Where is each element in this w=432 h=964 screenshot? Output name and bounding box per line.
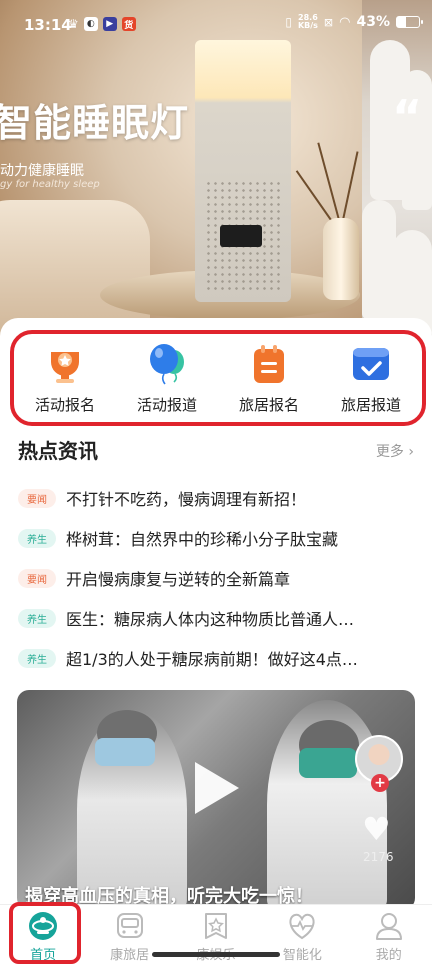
like-heart-icon[interactable]: ♥: [362, 810, 391, 848]
quick-label: 旅居报道: [340, 395, 401, 414]
play-app-icon: ▶: [102, 17, 117, 31]
battery-icon: [396, 16, 423, 28]
tab-label: 我的: [375, 948, 402, 963]
news-headline: 医生：糖尿病人体内这种物质比普通人…: [66, 610, 355, 629]
video-card[interactable]: + ♥ 2176 揭穿高血压的真相，听完大吃一惊！: [17, 690, 415, 910]
quote-icon: “: [392, 90, 423, 144]
news-headline: 开启慢病康复与逆转的全新篇章: [66, 570, 291, 589]
bus-icon: [116, 913, 143, 938]
quick-label: 活动报道: [136, 395, 197, 414]
star-badge-icon: [204, 913, 227, 939]
news-tag: 养生: [18, 528, 56, 548]
app-icon: ◐: [83, 17, 98, 31]
red-app-icon: 货: [121, 17, 136, 31]
quick-travel-report[interactable]: 旅居报道: [321, 342, 421, 415]
heart-pulse-icon: [289, 913, 315, 940]
news-item[interactable]: 养生 超1/3的人处于糖尿病前期！做好这4点…: [18, 638, 418, 678]
sim-icon: ⊠: [323, 15, 334, 29]
news-headline: 不打针不吃药，慢病调理有新招！: [66, 490, 307, 509]
active-tab-highlight: [9, 902, 81, 964]
profile-icon: [375, 913, 402, 940]
news-headline: 超1/3的人处于糖尿病前期！做好这4点…: [66, 650, 358, 669]
check-box-icon: [353, 347, 389, 380]
news-item[interactable]: 养生 医生：糖尿病人体内这种物质比普通人…: [18, 598, 418, 638]
net-speed: 28.6 KB/s: [297, 13, 318, 30]
news-header: 热点资讯 更多 ›: [18, 435, 414, 465]
crown-icon: ♛: [68, 17, 79, 31]
banner-title: 智能睡眠灯: [0, 101, 190, 145]
vibrate-icon: ▯: [285, 15, 292, 29]
tab-label: 智能化: [282, 948, 322, 963]
quick-label: 活动报名: [34, 395, 95, 414]
battery-percent: 43%: [356, 14, 390, 30]
chevron-right-icon: ›: [408, 444, 414, 460]
tab-profile[interactable]: 我的: [346, 905, 432, 964]
quick-label: 旅居报名: [238, 395, 299, 414]
quick-activity-signup[interactable]: 活动报名: [15, 342, 115, 415]
clipboard-icon: [254, 344, 284, 383]
news-tag: 养生: [18, 648, 56, 668]
news-list: 要闻 不打针不吃药，慢病调理有新招！ 养生 桦树茸：自然界中的珍稀小分子肽宝藏 …: [18, 478, 418, 678]
status-bar: 13:14 ♛ ◐ ▶ 货 ▯ 28.6 KB/s ⊠ ◠ 43%: [0, 0, 432, 52]
news-tag: 要闻: [18, 488, 56, 508]
vase-image: [323, 218, 359, 300]
main-content: 活动报名 活动报道 旅居报名 旅居报道 热点资讯 更多 › 要闻 不打针不吃药，…: [0, 318, 432, 918]
tab-label: 康旅居: [110, 948, 150, 963]
screen: 智能睡眠灯 动力健康睡眠 gy for healthy sleep “ 13:1…: [0, 0, 432, 964]
wifi-icon: ◠: [339, 14, 351, 30]
news-title: 热点资讯: [18, 439, 98, 463]
status-time: 13:14: [24, 16, 72, 34]
quick-activity-report[interactable]: 活动报道: [117, 342, 217, 415]
news-tag: 要闻: [18, 568, 56, 588]
home-indicator[interactable]: [152, 952, 280, 957]
banner-subtitle-en: gy for healthy sleep: [0, 179, 100, 190]
news-headline: 桦树茸：自然界中的珍稀小分子肽宝藏: [66, 530, 339, 549]
follow-plus-icon[interactable]: +: [371, 774, 389, 792]
news-item[interactable]: 养生 桦树茸：自然界中的珍稀小分子肽宝藏: [18, 518, 418, 558]
banner-subtitle: 动力健康睡眠: [0, 163, 84, 179]
like-count: 2176: [363, 850, 394, 864]
news-item[interactable]: 要闻 开启慢病康复与逆转的全新篇章: [18, 558, 418, 598]
play-button[interactable]: [195, 762, 239, 814]
news-tag: 养生: [18, 608, 56, 628]
quick-actions: 活动报名 活动报道 旅居报名 旅居报道: [10, 330, 426, 426]
news-more-link[interactable]: 更多 ›: [376, 441, 414, 461]
news-item[interactable]: 要闻 不打针不吃药，慢病调理有新招！: [18, 478, 418, 518]
trophy-icon: [51, 351, 79, 383]
quick-travel-signup[interactable]: 旅居报名: [219, 342, 319, 415]
balloon-icon: [150, 343, 184, 384]
